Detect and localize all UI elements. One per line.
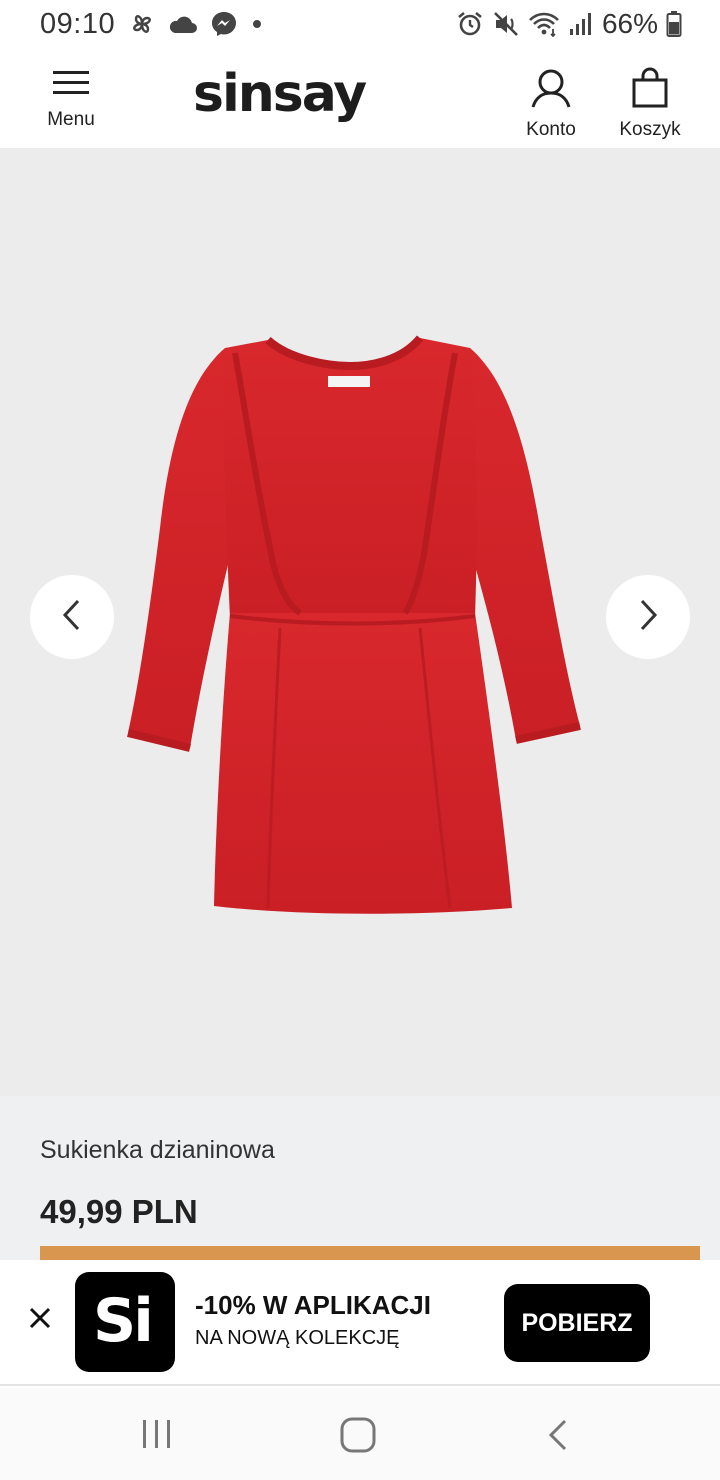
wifi-icon [528, 10, 560, 38]
mute-icon [492, 10, 520, 38]
download-app-button[interactable]: POBIERZ [504, 1284, 650, 1362]
add-to-cart-bar[interactable] [40, 1246, 700, 1260]
cart-button[interactable]: Koszyk [612, 66, 688, 141]
menu-button[interactable]: Menu [38, 68, 104, 131]
status-time: 09:10 [40, 8, 116, 40]
account-label: Konto [526, 119, 576, 140]
shopping-bag-icon [630, 66, 670, 113]
status-bar: 09:10 66% [0, 0, 720, 50]
pinwheel-icon [128, 10, 156, 38]
product-name: Sukienka dzianinowa [40, 1136, 275, 1164]
product-gallery[interactable] [0, 148, 720, 1096]
messenger-icon [210, 10, 238, 38]
site-header: Menu sinsay Konto Koszyk [0, 50, 720, 148]
status-right-icons: 66% [456, 8, 682, 40]
app-logo-text: Si [93, 1286, 154, 1356]
app-download-banner: Si -10% W APLIKACJI NA NOWĄ KOLEKCJĘ POB… [0, 1260, 720, 1386]
menu-label: Menu [47, 109, 95, 130]
chevron-right-icon [636, 597, 660, 638]
chevron-left-icon [60, 597, 84, 638]
battery-percentage: 66% [601, 8, 658, 39]
cloud-icon [168, 13, 198, 35]
alarm-icon [456, 10, 484, 38]
hamburger-icon [52, 68, 90, 103]
back-icon[interactable] [545, 1418, 571, 1457]
next-image-button[interactable] [606, 575, 690, 659]
status-left-icons [128, 10, 264, 38]
banner-subtitle: NA NOWĄ KOLEKCJĘ [195, 1327, 400, 1349]
user-icon [530, 68, 572, 113]
system-nav-bar [0, 1388, 720, 1480]
banner-close-button[interactable] [24, 1304, 56, 1336]
close-icon [28, 1306, 52, 1335]
product-info: Sukienka dzianinowa 49,99 PLN [0, 1096, 720, 1260]
home-icon[interactable] [339, 1416, 377, 1459]
recents-icon[interactable] [140, 1418, 174, 1455]
previous-image-button[interactable] [30, 575, 114, 659]
battery-icon [666, 10, 682, 38]
banner-title: -10% W APLIKACJI [195, 1290, 431, 1320]
signal-icon [568, 11, 594, 37]
sinsay-logo[interactable]: sinsay [193, 64, 367, 124]
product-price: 49,99 PLN [40, 1193, 198, 1230]
dot-icon [250, 17, 264, 31]
app-logo: Si [75, 1272, 175, 1372]
account-button[interactable]: Konto [516, 68, 586, 141]
cart-label: Koszyk [619, 119, 681, 140]
